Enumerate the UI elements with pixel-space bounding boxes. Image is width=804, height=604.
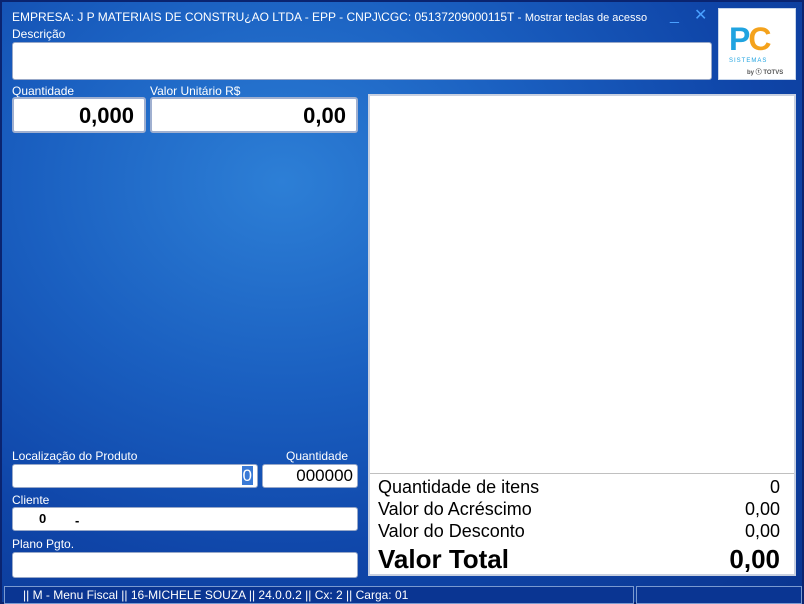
status-bar: || M - Menu Fiscal || 16-MICHELE SOUZA |… — [4, 586, 634, 604]
valor-total-row: Valor Total 0,00 — [378, 544, 780, 575]
items-list[interactable] — [370, 96, 794, 474]
acrescimo-label: Valor do Acréscimo — [378, 499, 532, 519]
status-bar-extra — [636, 586, 802, 604]
localizacao-input[interactable]: 0 — [12, 464, 258, 488]
acrescimo-value: 0,00 — [744, 499, 780, 519]
logo-sistemas-text: SISTEMAS — [729, 58, 768, 64]
valor-unitario-input[interactable]: 0,00 — [150, 97, 358, 133]
qtd-itens-value: 0 — [769, 477, 780, 497]
logo-totvs-text: by ⓣ TOTVS — [747, 70, 784, 76]
quantidade2-label: Quantidade — [286, 449, 349, 463]
title-bar: EMPRESA: J P MATERIAIS DE CONSTRU¿AO LTD… — [12, 10, 712, 26]
items-panel: Quantidade de itens 0 Valor do Acréscimo… — [368, 94, 796, 576]
descricao-input[interactable] — [12, 42, 712, 80]
quantidade-label: Quantidade — [12, 84, 75, 98]
cliente-label: Cliente — [12, 493, 50, 507]
localizacao-value: 0 — [241, 466, 253, 485]
shortcut-hint-link[interactable]: Mostrar teclas de acesso — [525, 12, 647, 24]
desconto-label: Valor do Desconto — [378, 521, 525, 541]
qtd-itens-label: Quantidade de itens — [378, 477, 540, 497]
close-button[interactable]: ✕ — [694, 8, 707, 24]
quantidade-input[interactable]: 0,000 — [12, 97, 146, 133]
cliente-code: 0 — [39, 511, 47, 526]
cliente-name: - — [75, 513, 80, 528]
minimize-button[interactable]: _ — [670, 8, 679, 24]
company-info: EMPRESA: J P MATERIAIS DE CONSTRU¿AO LTD… — [12, 10, 525, 24]
desconto-value: 0,00 — [744, 521, 780, 541]
qtd-itens-row: Quantidade de itens 0 — [378, 477, 780, 498]
pdv-window: EMPRESA: J P MATERIAIS DE CONSTRU¿AO LTD… — [0, 0, 804, 604]
descricao-label: Descrição — [12, 27, 66, 41]
plano-pgto-input[interactable] — [12, 552, 358, 578]
localizacao-label: Localização do Produto — [12, 449, 138, 463]
pc-sistemas-logo: PC SISTEMAS by ⓣ TOTVS — [718, 8, 796, 80]
plano-pgto-label: Plano Pgto. — [12, 537, 75, 551]
logo-mark: PC — [729, 21, 771, 57]
cliente-input[interactable]: 0 - — [12, 507, 358, 531]
quantidade2-input[interactable]: 000000 — [262, 464, 358, 488]
acrescimo-row: Valor do Acréscimo 0,00 — [378, 499, 780, 520]
valor-total-value: 0,00 — [729, 544, 780, 574]
valor-unitario-label: Valor Unitário R$ — [150, 84, 241, 98]
desconto-row: Valor do Desconto 0,00 — [378, 521, 780, 542]
valor-total-label: Valor Total — [378, 544, 509, 574]
